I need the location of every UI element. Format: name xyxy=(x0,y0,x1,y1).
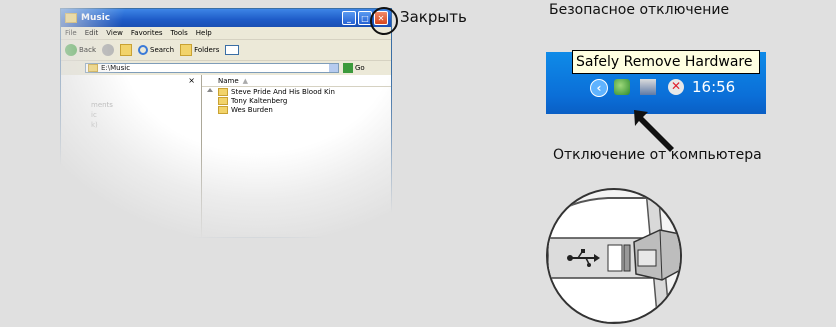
tree-item[interactable]: ments xyxy=(61,100,201,110)
folder-icon xyxy=(218,96,228,105)
search-icon xyxy=(138,45,148,55)
tray-tooltip: Safely Remove Hardware xyxy=(572,50,760,74)
file-name: Tony Kaltenberg xyxy=(231,96,288,105)
explorer-window: Music _ □ ✕ File Edit View Favorites Too… xyxy=(60,8,392,238)
folders-pane: × ments ic k) xyxy=(61,75,202,237)
security-alert-icon[interactable] xyxy=(668,79,684,95)
folder-icon xyxy=(65,13,77,23)
folders-button[interactable]: Folders xyxy=(180,44,219,56)
tree-item[interactable]: k) xyxy=(61,120,201,130)
folder-icon xyxy=(218,105,228,114)
file-list: Name ▲ Steve Pride And His Blood Kin Ton… xyxy=(202,75,391,237)
folder-icon xyxy=(218,87,228,96)
address-value: E:\Music xyxy=(101,64,131,72)
search-label: Search xyxy=(150,46,175,54)
file-name: Steve Pride And His Blood Kin xyxy=(231,87,335,96)
safe-remove-caption: Безопасное отключение xyxy=(549,2,730,18)
forward-arrow-icon xyxy=(102,44,114,56)
menu-file[interactable]: File xyxy=(65,29,77,37)
back-button[interactable]: Back xyxy=(65,44,96,56)
go-arrow-icon xyxy=(343,63,353,73)
scroll-up-icon[interactable] xyxy=(207,88,213,92)
back-label: Back xyxy=(79,46,96,54)
address-bar: E:\Music Go xyxy=(61,60,391,75)
column-header-name[interactable]: Name ▲ xyxy=(202,75,391,87)
address-input[interactable]: E:\Music xyxy=(85,63,339,73)
disconnect-caption: Отключение от компьютера xyxy=(553,147,762,163)
usb-cable-illustration xyxy=(546,188,682,324)
tray-clock[interactable]: 16:56 xyxy=(692,78,735,96)
explorer-vignette: Music _ □ ✕ File Edit View Favorites Too… xyxy=(48,0,448,248)
menu-help[interactable]: Help xyxy=(196,29,212,37)
views-icon[interactable] xyxy=(225,45,240,55)
explorer-title: Music xyxy=(81,13,111,23)
search-button[interactable]: Search xyxy=(138,45,174,55)
close-pane-icon[interactable]: × xyxy=(188,76,195,85)
forward-button[interactable] xyxy=(102,44,114,56)
minimize-button[interactable]: _ xyxy=(342,11,356,25)
menu-tools[interactable]: Tools xyxy=(171,29,188,37)
toolbar: Back Search Folders xyxy=(61,39,391,60)
usb-safe-remove-icon[interactable] xyxy=(614,79,630,95)
explorer-titlebar: Music _ □ ✕ xyxy=(61,9,391,27)
column-name-label: Name xyxy=(218,76,239,85)
tree-item[interactable]: ic xyxy=(61,110,201,120)
folders-icon xyxy=(180,44,193,56)
back-arrow-icon xyxy=(65,44,77,56)
menu-favorites[interactable]: Favorites xyxy=(131,29,163,37)
list-item[interactable]: Steve Pride And His Blood Kin xyxy=(202,87,391,96)
usb-plug-drawing xyxy=(548,190,680,322)
menu-edit[interactable]: Edit xyxy=(85,29,99,37)
list-item[interactable]: Wes Burden xyxy=(202,105,391,114)
close-caption: Закрыть xyxy=(400,8,467,26)
sort-arrow-icon: ▲ xyxy=(242,76,249,85)
go-button[interactable]: Go xyxy=(343,63,365,73)
file-name: Wes Burden xyxy=(231,105,273,114)
go-label: Go xyxy=(355,64,365,72)
up-folder-icon[interactable] xyxy=(120,44,132,56)
address-dropdown-icon[interactable] xyxy=(329,64,338,72)
network-icon[interactable] xyxy=(640,79,656,95)
close-button-highlight xyxy=(370,7,398,35)
menu-view[interactable]: View xyxy=(106,29,123,37)
menu-bar: File Edit View Favorites Tools Help xyxy=(61,27,391,39)
folder-icon xyxy=(88,64,98,72)
folders-label: Folders xyxy=(194,46,220,54)
tray-expand-button[interactable]: ‹ xyxy=(590,79,608,97)
list-item[interactable]: Tony Kaltenberg xyxy=(202,96,391,105)
folders-pane-header: × xyxy=(61,75,201,86)
explorer-panes: × ments ic k) Name ▲ Steve Pride And His… xyxy=(61,75,391,237)
